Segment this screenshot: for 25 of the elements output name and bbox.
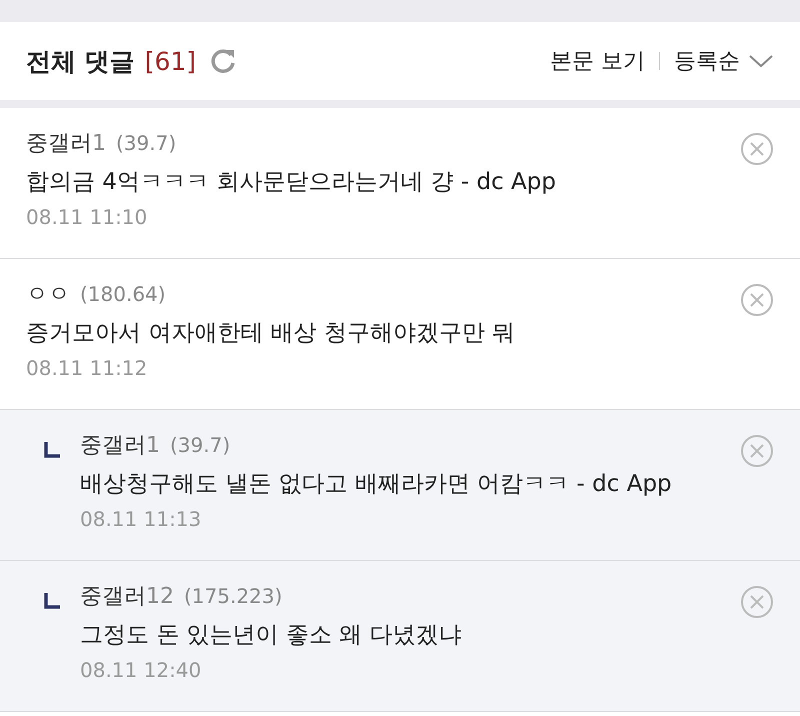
comment-date: 08.11 11:12	[26, 356, 148, 380]
comment-count: [61]	[144, 46, 196, 76]
comment-date: 08.11 11:13	[80, 507, 202, 531]
comment-text: 합의금 4억ㅋㅋㅋ 회사문닫으라는거네 걍 - dc App	[26, 168, 557, 197]
view-body-button[interactable]: 본문 보기	[550, 46, 645, 76]
delete-icon[interactable]	[740, 585, 774, 619]
ip-address: (175.223)	[184, 584, 282, 608]
comments-title: 전체 댓글	[26, 46, 135, 78]
ip-address: (39.7)	[116, 131, 176, 155]
chevron-down-icon	[748, 53, 774, 69]
comment-text: 증거모아서 여자애한테 배상 청구해야겠구만 뭐	[26, 319, 516, 348]
nickname: 중갤러 1	[80, 432, 160, 460]
sort-dropdown[interactable]: 등록순	[674, 46, 774, 76]
nickname: ㅇㅇ	[26, 281, 70, 309]
comment-text: 배상청구해도 낼돈 없다고 배째라카면 어캄ㅋㅋ - dc App	[80, 470, 673, 499]
nickname: 중갤러 12	[80, 583, 174, 611]
delete-icon[interactable]	[740, 434, 774, 468]
comment-date: 08.11 11:10	[26, 205, 148, 229]
comment-text: 그정도 돈 있는년이 좋소 왜 다녔겠냐	[80, 621, 463, 650]
delete-icon[interactable]	[740, 283, 774, 317]
delete-icon[interactable]	[740, 132, 774, 166]
ip-address: (180.64)	[80, 282, 166, 306]
nickname: 중갤러 1	[26, 130, 106, 158]
comment-date: 08.11 12:40	[80, 658, 202, 682]
ip-address: (39.7)	[170, 433, 230, 457]
